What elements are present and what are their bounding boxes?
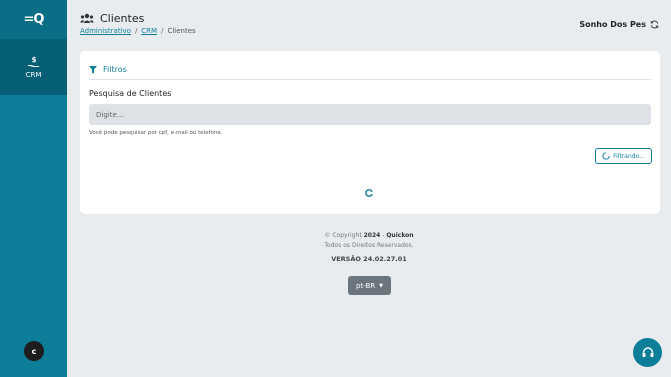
breadcrumb-current: Clientes <box>167 27 196 35</box>
caret-down-icon: ▼ <box>379 282 383 289</box>
avatar[interactable]: c <box>24 341 44 361</box>
store-name: Sonho Dos Pes <box>579 20 646 29</box>
svg-text:$: $ <box>31 56 36 64</box>
logo-area[interactable]: =Q <box>0 0 67 39</box>
search-hint: Você pode pesquisar por cpf, e-mail ou t… <box>89 130 223 136</box>
store-selector[interactable]: Sonho Dos Pes <box>579 20 659 29</box>
title-row: Clientes <box>80 12 144 25</box>
filter-icon <box>89 65 97 73</box>
copyright-year: 2024 <box>363 232 381 239</box>
filters-card: Filtros Pesquisa de Clientes Você pode p… <box>80 51 660 214</box>
breadcrumb-separator: / <box>134 27 138 35</box>
breadcrumb-link-crm[interactable]: CRM <box>141 27 157 35</box>
filters-title: Filtros <box>103 65 127 74</box>
search-label: Pesquisa de Clientes <box>89 89 172 98</box>
copyright-dash: - <box>382 232 385 239</box>
users-icon <box>80 13 94 23</box>
language-label: pt-BR <box>356 281 376 290</box>
version-text: VERSÃO 24.02.27.01 <box>331 255 407 263</box>
sidebar-item-crm[interactable]: $ CRM <box>0 39 67 95</box>
breadcrumb-link-administrativo[interactable]: Administrativo <box>80 27 131 35</box>
spinner-icon <box>602 152 610 160</box>
rights-text: Todos os Direitos Reservados. <box>324 242 414 249</box>
sidebar-item-label: CRM <box>25 71 42 79</box>
sidebar: =Q $ CRM c <box>0 0 67 377</box>
breadcrumb: Administrativo / CRM / Clientes <box>80 27 196 35</box>
copyright-line: © Copyright 2024 - Quickon <box>67 232 671 239</box>
headset-icon <box>642 346 653 357</box>
company-name: Quickon <box>386 232 414 239</box>
language-selector[interactable]: pt-BR ▼ <box>348 276 391 295</box>
search-input[interactable] <box>89 104 651 125</box>
sync-icon[interactable] <box>650 20 659 29</box>
breadcrumb-separator: / <box>161 27 164 35</box>
app-logo[interactable]: =Q <box>24 12 45 27</box>
loading-spinner-icon <box>365 189 373 197</box>
filter-button-label: Filtrando... <box>613 152 645 160</box>
copyright-prefix: © Copyright <box>324 232 362 239</box>
help-button[interactable] <box>633 338 662 367</box>
money-hand-icon: $ <box>27 56 39 67</box>
page-header: Clientes Administrativo / CRM / Clientes Son… <box>67 0 671 42</box>
filters-header[interactable]: Filtros <box>89 60 651 80</box>
page-title: Clientes <box>100 12 145 25</box>
footer: © Copyright 2024 - Quickon Todos os Dire… <box>67 226 671 263</box>
filter-button[interactable]: Filtrando... <box>595 148 652 164</box>
